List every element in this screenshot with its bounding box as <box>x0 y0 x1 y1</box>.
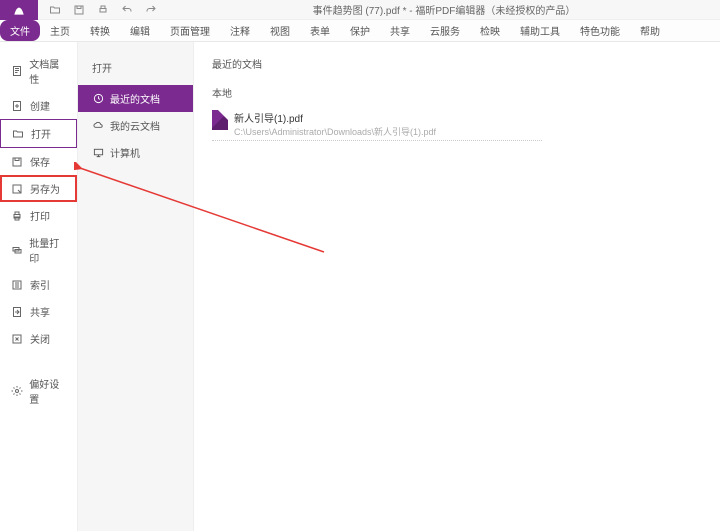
save-icon[interactable] <box>72 3 86 17</box>
file-sidebar: 文档属性 创建 打开 保存 另存为 打印 批量打印 索引 共享 关闭 偏好设置 <box>0 42 78 531</box>
sidebar-item-share[interactable]: 共享 <box>0 298 77 325</box>
save-as-icon <box>10 182 24 196</box>
sub-item-computer[interactable]: 计算机 <box>78 139 193 166</box>
open-icon[interactable] <box>48 3 62 17</box>
sidebar-item-save-as[interactable]: 另存为 <box>0 175 77 202</box>
sidebar-label: 另存为 <box>30 181 60 196</box>
sidebar-item-doc-properties[interactable]: 文档属性 <box>0 50 77 92</box>
quick-access-toolbar <box>38 3 168 17</box>
sidebar-label: 索引 <box>30 277 50 292</box>
index-icon <box>10 278 24 292</box>
create-icon <box>10 99 24 113</box>
sidebar-item-open[interactable]: 打开 <box>0 119 77 148</box>
window-title: 事件趋势图 (77).pdf * - 福昕PDF编辑器（未经授权的产品） <box>168 2 720 17</box>
section-local: 本地 <box>212 85 702 100</box>
save-disk-icon <box>10 155 24 169</box>
file-name: 新人引导(1).pdf <box>234 110 436 125</box>
ribbon-tab-7[interactable]: 表单 <box>300 20 340 41</box>
recent-file-row[interactable]: 新人引导(1).pdf C:\Users\Administrator\Downl… <box>212 108 542 141</box>
app-logo-icon <box>0 0 38 20</box>
file-path: C:\Users\Administrator\Downloads\新人引导(1)… <box>234 125 436 138</box>
sidebar-label: 文档属性 <box>29 56 67 86</box>
ribbon-tab-9[interactable]: 共享 <box>380 20 420 41</box>
sub-item-recent[interactable]: 最近的文档 <box>78 85 193 112</box>
ribbon-tab-10[interactable]: 云服务 <box>420 20 470 41</box>
ribbon-tab-14[interactable]: 帮助 <box>630 20 670 41</box>
sub-label: 计算机 <box>110 145 140 160</box>
sidebar-label: 打开 <box>31 126 51 141</box>
sidebar-label: 打印 <box>30 208 50 223</box>
sidebar-item-batch-print[interactable]: 批量打印 <box>0 229 77 271</box>
clock-icon <box>92 93 104 105</box>
gear-icon <box>10 384 23 398</box>
ribbon-tabs: 文件主页转换编辑页面管理注释视图表单保护共享云服务检映辅助工具特色功能帮助 <box>0 20 720 42</box>
sidebar-label: 共享 <box>30 304 50 319</box>
computer-icon <box>92 147 104 159</box>
cloud-icon <box>92 120 104 132</box>
sidebar-item-save[interactable]: 保存 <box>0 148 77 175</box>
sidebar-item-preferences[interactable]: 偏好设置 <box>0 370 77 412</box>
pdf-file-icon <box>212 110 228 130</box>
ribbon-tab-2[interactable]: 转换 <box>80 20 120 41</box>
main-title: 最近的文档 <box>212 56 702 71</box>
ribbon-tab-6[interactable]: 视图 <box>260 20 300 41</box>
open-subpanel: 打开 最近的文档 我的云文档 计算机 <box>78 42 194 531</box>
ribbon-tab-11[interactable]: 检映 <box>470 20 510 41</box>
ribbon-tab-12[interactable]: 辅助工具 <box>510 20 570 41</box>
ribbon-tab-3[interactable]: 编辑 <box>120 20 160 41</box>
sidebar-item-index[interactable]: 索引 <box>0 271 77 298</box>
redo-icon[interactable] <box>144 3 158 17</box>
batch-print-icon <box>10 243 23 257</box>
doc-properties-icon <box>10 64 23 78</box>
subpanel-title: 打开 <box>78 56 193 85</box>
sidebar-label: 偏好设置 <box>29 376 67 406</box>
printer-icon <box>10 209 24 223</box>
sidebar-label: 关闭 <box>30 331 50 346</box>
open-folder-icon <box>11 127 25 141</box>
ribbon-tab-13[interactable]: 特色功能 <box>570 20 630 41</box>
ribbon-tab-0[interactable]: 文件 <box>0 20 40 41</box>
ribbon-tab-8[interactable]: 保护 <box>340 20 380 41</box>
close-icon <box>10 332 24 346</box>
sidebar-item-close[interactable]: 关闭 <box>0 325 77 352</box>
sidebar-item-print[interactable]: 打印 <box>0 202 77 229</box>
sub-item-cloud[interactable]: 我的云文档 <box>78 112 193 139</box>
sub-label: 最近的文档 <box>110 91 160 106</box>
sidebar-label: 批量打印 <box>29 235 67 265</box>
share-icon <box>10 305 24 319</box>
print-icon[interactable] <box>96 3 110 17</box>
ribbon-tab-4[interactable]: 页面管理 <box>160 20 220 41</box>
sidebar-label: 创建 <box>30 98 50 113</box>
sub-label: 我的云文档 <box>110 118 160 133</box>
titlebar: 事件趋势图 (77).pdf * - 福昕PDF编辑器（未经授权的产品） <box>0 0 720 20</box>
ribbon-tab-1[interactable]: 主页 <box>40 20 80 41</box>
ribbon-tab-5[interactable]: 注释 <box>220 20 260 41</box>
undo-icon[interactable] <box>120 3 134 17</box>
sidebar-item-create[interactable]: 创建 <box>0 92 77 119</box>
main-panel: 最近的文档 本地 新人引导(1).pdf C:\Users\Administra… <box>194 42 720 531</box>
sidebar-label: 保存 <box>30 154 50 169</box>
